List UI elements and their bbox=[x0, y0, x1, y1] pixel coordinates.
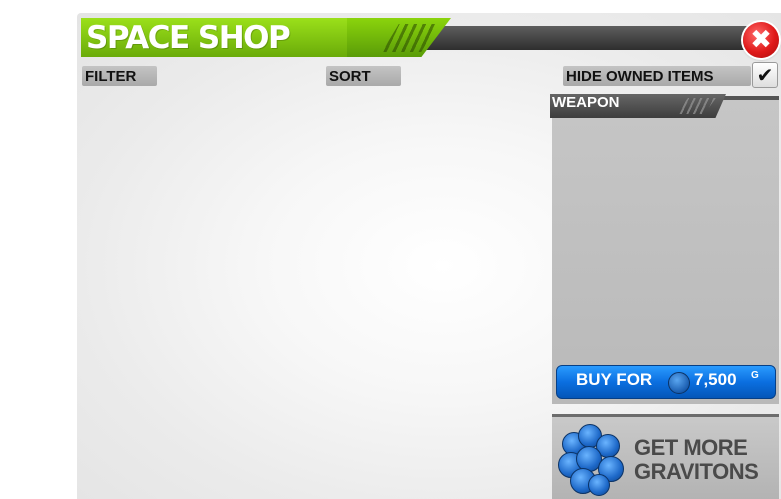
buy-button-label: BUY FOR bbox=[576, 370, 653, 389]
close-button[interactable]: ✖ bbox=[743, 22, 779, 58]
promo-line-2: GRAVITONS bbox=[634, 459, 759, 484]
graviton-coin-icon bbox=[668, 372, 690, 394]
item-card[interactable] bbox=[552, 96, 779, 404]
promo-line-1: GET MORE bbox=[634, 435, 748, 460]
hide-owned-label: HIDE OWNED ITEMS bbox=[563, 66, 751, 86]
buy-price: 7,500 bbox=[694, 370, 737, 389]
sort-dropdown[interactable]: SORT bbox=[326, 66, 401, 86]
filter-dropdown[interactable]: FILTER bbox=[82, 66, 157, 86]
hide-owned-checkbox[interactable]: ✔ bbox=[752, 62, 778, 88]
get-more-gravitons-label: GET MORE GRAVITONS bbox=[634, 436, 779, 484]
currency-unit: G bbox=[751, 370, 759, 381]
item-category-label: WEAPON bbox=[552, 94, 620, 111]
close-icon: ✖ bbox=[750, 25, 772, 55]
checkmark-icon: ✔ bbox=[756, 63, 774, 87]
shop-title: SPACE SHOP bbox=[86, 20, 291, 56]
